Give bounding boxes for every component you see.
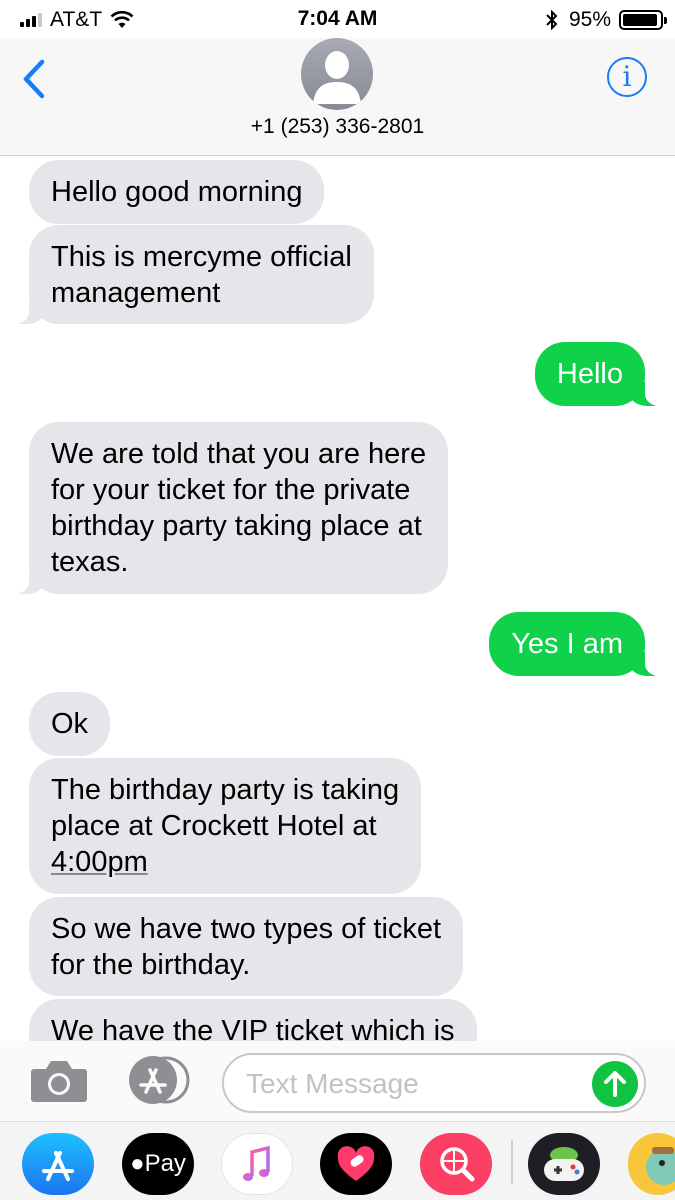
outgoing-message[interactable]: Yes I am — [489, 612, 671, 676]
conversation-header: +1 (253) 336-2801 i — [0, 38, 675, 156]
message-line: Yes I am — [511, 628, 623, 660]
bluetooth-icon — [546, 10, 558, 30]
message-line: for the birthday. — [51, 949, 251, 981]
message-line: place at Crockett Hotel at — [51, 808, 399, 844]
heart-icon[interactable] — [320, 1133, 392, 1195]
message-line: Hello good morning — [51, 176, 303, 208]
battery-fill — [623, 14, 658, 26]
message-thread[interactable]: Hello good morning This is mercyme offic… — [0, 157, 675, 1041]
contact-number[interactable]: +1 (253) 336-2801 — [0, 115, 675, 139]
message-line: We are told that you are here — [51, 438, 427, 470]
app-store-icon[interactable] — [126, 1055, 192, 1105]
message-line: birthday party taking place at — [51, 510, 422, 542]
message-line: This is mercyme official — [51, 241, 352, 273]
game-controller-icon[interactable] — [528, 1133, 600, 1195]
send-arrow-icon — [604, 1071, 626, 1097]
message-line: Hello — [556, 358, 623, 390]
globe-search-icon[interactable] — [420, 1133, 492, 1195]
compose-bar — [0, 1041, 675, 1121]
message-line: So we have two types of ticket — [51, 913, 442, 945]
apple-logo-icon: ● — [130, 1150, 145, 1177]
status-bar: AT&T 7:04 AM 95% — [0, 0, 675, 38]
outgoing-message[interactable]: Hello — [534, 342, 672, 406]
incoming-message[interactable]: This is mercyme official management — [3, 225, 374, 324]
incoming-message[interactable]: The birthday party is taking place at Cr… — [29, 758, 422, 894]
message-line: We have the VIP ticket which is — [51, 1015, 455, 1041]
apple-pay-icon[interactable]: ●Pay — [122, 1133, 194, 1195]
incoming-message[interactable]: We have the VIP ticket which is — [29, 999, 477, 1041]
battery-icon — [619, 10, 667, 30]
info-icon[interactable]: i — [607, 57, 647, 97]
contact-avatar-icon[interactable] — [301, 38, 373, 110]
app-drawer: ●Pay — [0, 1121, 675, 1200]
incoming-message[interactable]: We are told that you are here for your t… — [2, 422, 449, 594]
message-input-field[interactable] — [222, 1053, 646, 1113]
status-right: 95% — [545, 8, 667, 32]
camera-icon[interactable] — [30, 1057, 88, 1103]
incoming-message[interactable]: Ok — [29, 692, 111, 756]
message-line: texas. — [51, 546, 129, 578]
incoming-message[interactable]: So we have two types of ticket for the b… — [29, 897, 464, 996]
music-note-icon[interactable] — [221, 1133, 293, 1195]
battery-percent: 95% — [568, 8, 611, 31]
message-text: place at Crockett Hotel at — [51, 810, 377, 842]
message-line-link[interactable]: 4:00pm — [51, 844, 399, 880]
message-line: for your ticket for the private — [51, 474, 411, 506]
message-line: Ok — [51, 708, 89, 740]
pay-label: Pay — [144, 1150, 186, 1177]
app-store-icon[interactable] — [22, 1133, 94, 1195]
message-line: management — [51, 277, 221, 309]
message-input[interactable] — [246, 1065, 586, 1103]
send-button[interactable] — [592, 1061, 638, 1107]
back-chevron-icon[interactable] — [18, 58, 52, 100]
character-icon[interactable] — [628, 1133, 675, 1195]
incoming-message[interactable]: Hello good morning — [29, 160, 325, 224]
message-line: The birthday party is taking — [51, 774, 400, 806]
drawer-divider — [511, 1140, 513, 1184]
